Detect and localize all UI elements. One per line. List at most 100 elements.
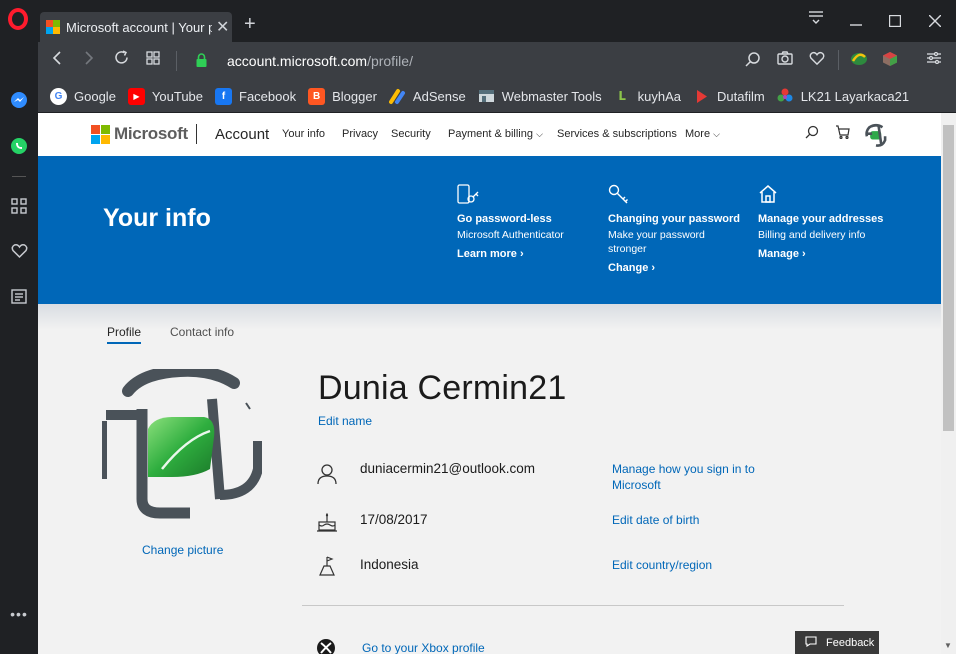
promo-title: Go password-less [457, 213, 552, 225]
xbox-profile-link[interactable]: Go to your Xbox profile [362, 641, 485, 654]
new-tab-button[interactable]: + [244, 13, 256, 36]
bookmark-google[interactable]: G Google [50, 87, 116, 105]
nav-more-label: More [685, 128, 711, 140]
location-pin-icon [319, 556, 335, 576]
promo-desc: Make your password stronger [608, 229, 705, 255]
vpn-extension-icon[interactable] [850, 51, 868, 71]
forward-icon[interactable] [78, 50, 100, 70]
maximize-icon[interactable] [888, 14, 902, 32]
manage-sign-in-link[interactable]: Manage how you sign in to Microsoft [612, 461, 782, 493]
tiles-icon[interactable] [142, 50, 164, 70]
edit-name-link[interactable]: Edit name [318, 414, 372, 428]
tab-profile[interactable]: Profile [107, 325, 142, 344]
hero-banner: Your info Go password-less Microsoft Aut… [38, 156, 941, 304]
bookmark-kuyhaa[interactable]: ᒪ kuyhAa [614, 88, 681, 105]
sidebar-separator [12, 176, 26, 177]
reload-icon[interactable] [110, 50, 132, 70]
heart-icon[interactable] [9, 241, 29, 261]
speed-dial-icon[interactable] [9, 196, 29, 216]
back-icon[interactable] [46, 50, 68, 70]
opera-logo-icon[interactable] [8, 8, 28, 30]
dutafilm-icon [693, 88, 710, 105]
tab-contact-info[interactable]: Contact info [170, 325, 234, 339]
change-picture-link[interactable]: Change picture [142, 543, 223, 557]
nav-more[interactable]: More ⌵ [685, 128, 720, 140]
chevron-down-icon: ⌵ [713, 129, 720, 139]
birthday-cake-icon [317, 512, 337, 532]
edit-birth-date-link[interactable]: Edit date of birth [612, 512, 782, 528]
promo-desc: Billing and delivery info [758, 229, 866, 241]
bookmark-adsense[interactable]: AdSense [388, 88, 466, 105]
browser-tab[interactable]: Microsoft account | Your pr ✕ [40, 12, 232, 42]
whatsapp-icon[interactable] [9, 136, 29, 156]
easy-setup-icon[interactable] [927, 51, 941, 68]
user-icon [317, 464, 337, 485]
minimize-icon[interactable] [850, 14, 862, 32]
bookmark-dutafilm[interactable]: Dutafilm [693, 88, 765, 105]
tab-title: Microsoft account | Your pr [66, 19, 212, 35]
chevron-down-icon: ⌵ [536, 129, 543, 139]
nav-your-info[interactable]: Your info [282, 128, 325, 140]
cube-extension-icon[interactable] [882, 51, 898, 71]
microsoft-brand[interactable]: Microsoft [114, 124, 188, 144]
edit-country-link[interactable]: Edit country/region [612, 557, 782, 573]
header-divider [196, 124, 197, 144]
lock-icon[interactable] [196, 53, 207, 67]
microsoft-logo-icon[interactable] [91, 125, 110, 144]
bookmark-heart-icon[interactable] [809, 51, 825, 70]
promo-link-label: Change [608, 262, 649, 274]
youtube-icon: ▶ [127, 87, 145, 105]
bookmark-blogger[interactable]: B Blogger [308, 87, 377, 105]
url-path: /profile/ [367, 53, 413, 69]
bookmark-label: LK21 Layarkaca21 [800, 88, 910, 104]
section-divider [302, 605, 844, 606]
change-password-link[interactable]: Change › [608, 262, 743, 274]
news-icon[interactable] [9, 286, 29, 306]
address-bar-row: account.microsoft.com/profile/ [38, 42, 956, 80]
learn-more-link[interactable]: Learn more › [457, 248, 592, 260]
feedback-button[interactable]: Feedback [795, 631, 879, 654]
scroll-down-icon[interactable]: ▼ [944, 641, 952, 650]
cart-icon[interactable] [835, 125, 850, 142]
bookmark-facebook[interactable]: f Facebook [215, 87, 296, 105]
messenger-icon[interactable] [9, 90, 29, 110]
page-scrollbar[interactable]: ▼ [941, 113, 956, 654]
bookmark-webmaster-tools[interactable]: Webmaster Tools [478, 88, 602, 105]
bookmarks-bar: G Google ▶ YouTube f Facebook B Blogger AdSe… [38, 80, 956, 112]
account-home-link[interactable]: Account [215, 126, 269, 143]
close-window-icon[interactable] [928, 14, 942, 32]
bookmark-label: YouTube [151, 88, 204, 104]
address-separator [176, 51, 177, 71]
header-avatar[interactable] [863, 122, 889, 148]
phone-key-icon [457, 184, 592, 206]
nav-privacy[interactable]: Privacy [342, 128, 378, 140]
user-name: Dunia Cermin21 [318, 369, 567, 407]
email-value: duniacermin21@outlook.com [360, 461, 536, 476]
bookmark-label: kuyhAa [637, 88, 682, 104]
search-icon[interactable] [805, 125, 819, 142]
chevron-right-icon: › [802, 248, 806, 260]
lk21-icon [777, 88, 794, 105]
snapshot-icon[interactable] [777, 51, 793, 69]
page-title: Your info [103, 204, 211, 232]
birth-date-value: 17/08/2017 [360, 512, 428, 527]
nav-payment-billing[interactable]: Payment & billing ⌵ [448, 128, 543, 140]
scrollbar-thumb[interactable] [943, 125, 954, 431]
manage-addresses-link[interactable]: Manage › [758, 248, 893, 260]
ms-account-header: Microsoft Account Your info Privacy Secu… [38, 113, 941, 156]
bookmark-youtube[interactable]: ▶ YouTube [127, 87, 204, 105]
facebook-icon: f [215, 87, 233, 105]
more-dots-icon[interactable]: ••• [9, 604, 29, 624]
webmaster-icon [478, 88, 495, 105]
tab-close-icon[interactable]: ✕ [216, 17, 229, 37]
kuyhaa-icon: ᒪ [618, 89, 626, 103]
search-page-icon[interactable] [745, 51, 761, 71]
tab-menu-icon[interactable] [808, 10, 824, 29]
promo-link-label: Learn more [457, 248, 517, 260]
address-field[interactable]: account.microsoft.com/profile/ [227, 53, 413, 69]
nav-services-subscriptions[interactable]: Services & subscriptions [557, 128, 677, 140]
nav-security[interactable]: Security [391, 128, 431, 140]
profile-picture[interactable] [102, 369, 262, 521]
bookmark-lk21[interactable]: LK21 Layarkaca21 [777, 88, 909, 105]
promo-link-label: Manage [758, 248, 799, 260]
